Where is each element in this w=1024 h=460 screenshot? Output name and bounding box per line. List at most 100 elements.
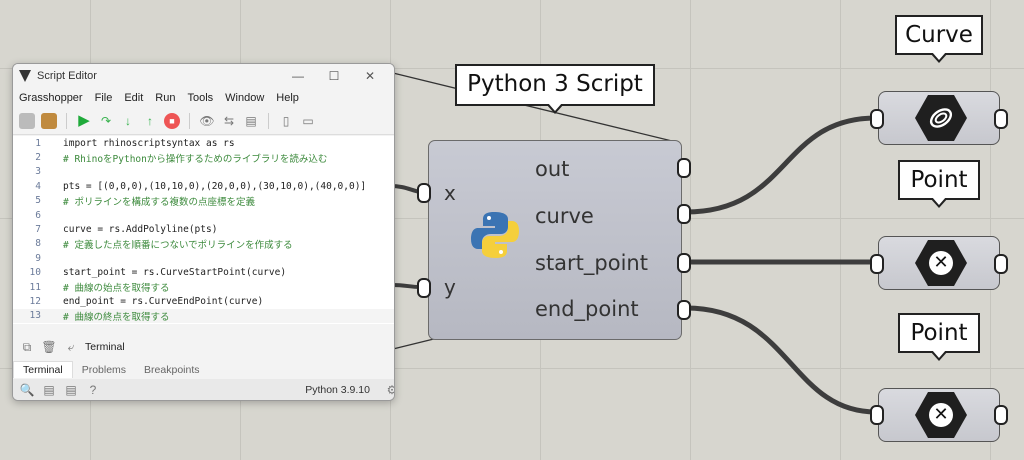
menu-help[interactable]: Help — [276, 92, 299, 104]
wire-curve[interactable] — [685, 115, 877, 215]
rhino-app-icon — [19, 70, 31, 82]
wrap-icon[interactable]: ⤶ — [63, 339, 79, 355]
curve-callout: Curve — [895, 15, 983, 63]
point-param-1-output-grip[interactable] — [994, 254, 1008, 274]
menu-run[interactable]: Run — [155, 92, 175, 104]
output-out[interactable]: out — [535, 157, 569, 181]
export-icon[interactable]: ▤ — [63, 382, 79, 398]
input-y-grip[interactable] — [417, 278, 431, 298]
code-line[interactable]: 5 # ポリラインを構成する複数の点座標を定義 — [13, 194, 394, 208]
tab-breakpoints[interactable]: Breakpoints — [135, 362, 208, 378]
watch-icon[interactable]: 👁 — [199, 113, 215, 129]
output-start-point-grip[interactable] — [677, 253, 691, 273]
line-number: 2 — [35, 152, 41, 164]
status-bar: 🔍 ▤ ▤ ? Python 3.9.10 ⚙ — [13, 379, 394, 400]
python-script-callout-label: Python 3 Script — [467, 71, 643, 97]
step-into-icon[interactable]: ↓ — [120, 113, 136, 129]
code-line[interactable]: 12 end_point = rs.CurveEndPoint(curve) — [13, 294, 394, 308]
minimize-button[interactable]: — — [280, 69, 316, 83]
close-button[interactable]: ✕ — [352, 69, 388, 83]
menu-edit[interactable]: Edit — [124, 92, 143, 104]
input-x[interactable]: x — [444, 181, 456, 205]
menu-grasshopper[interactable]: Grasshopper — [19, 92, 83, 104]
code-line[interactable]: 8 # 定義した点を順番につないでポリラインを作成する — [13, 237, 394, 251]
line-number: 1 — [35, 137, 41, 149]
curve-param-icon — [915, 95, 967, 141]
compare-icon[interactable]: ⇆ — [221, 113, 237, 129]
trash-icon[interactable]: 🗑 — [41, 339, 57, 355]
tab-problems[interactable]: Problems — [73, 362, 135, 378]
code-line[interactable]: 3 — [13, 165, 394, 179]
code-line[interactable]: 9 — [13, 251, 394, 265]
output-curve[interactable]: curve — [535, 204, 594, 228]
terminal-toolbar: ⧉ 🗑 ⤶ Terminal — [13, 336, 394, 358]
maximize-button[interactable]: ☐ — [316, 69, 352, 83]
curve-param-component[interactable] — [878, 91, 1000, 145]
line-text: # RhinoをPythonから操作するためのライブラリを読み込む — [63, 153, 328, 165]
line-number: 7 — [35, 224, 41, 236]
line-text: end_point = rs.CurveEndPoint(curve) — [63, 295, 264, 307]
output-curve-grip[interactable] — [677, 204, 691, 224]
code-line[interactable]: 6 — [13, 208, 394, 222]
input-x-grip[interactable] — [417, 183, 431, 203]
wire-end-point[interactable] — [685, 305, 877, 415]
step-out-icon[interactable]: ↑ — [142, 113, 158, 129]
line-number: 5 — [35, 195, 41, 207]
settings-icon[interactable]: ⚙ — [384, 382, 394, 398]
code-line[interactable]: 4 pts = [(0,0,0),(10,10,0),(20,0,0),(30,1… — [13, 179, 394, 193]
line-text: import rhinoscriptsyntax as rs — [63, 137, 235, 149]
curve-callout-label: Curve — [905, 22, 973, 48]
output-out-grip[interactable] — [677, 158, 691, 178]
code-area[interactable]: 1 import rhinoscriptsyntax as rs 2 # Rhinoを… — [13, 136, 394, 324]
save-icon[interactable] — [19, 113, 35, 129]
curve-param-output-grip[interactable] — [994, 109, 1008, 129]
code-line[interactable]: 10 start_point = rs.CurveStartPoint(curve… — [13, 266, 394, 280]
line-text: curve = rs.AddPolyline(pts) — [63, 224, 218, 236]
code-line[interactable]: 7 curve = rs.AddPolyline(pts) — [13, 222, 394, 236]
menu-file[interactable]: File — [95, 92, 113, 104]
input-y[interactable]: y — [444, 275, 456, 299]
curve-param-input-grip[interactable] — [870, 109, 884, 129]
document-icon[interactable]: ▤ — [243, 113, 259, 129]
file-icon[interactable]: ▤ — [41, 382, 57, 398]
panel-toggle-icon[interactable]: ▭ — [300, 113, 316, 129]
line-number: 11 — [29, 281, 41, 293]
point-callout-2-label: Point — [910, 320, 968, 346]
python3-script-component[interactable]: x y out curve start_point end_point — [428, 140, 682, 340]
sidebar-toggle-icon[interactable]: ▯ — [278, 113, 294, 129]
output-end-point[interactable]: end_point — [535, 297, 639, 321]
python-version[interactable]: Python 3.9.10 — [305, 384, 370, 396]
point-callout-2: Point — [898, 313, 980, 361]
tab-terminal[interactable]: Terminal — [13, 361, 73, 378]
line-number: 4 — [35, 180, 41, 192]
output-end-point-grip[interactable] — [677, 300, 691, 320]
script-editor-window[interactable]: Script Editor — ☐ ✕ Grasshopper File Edi… — [12, 63, 395, 401]
menu-tools[interactable]: Tools — [187, 92, 213, 104]
point-param-component-2[interactable]: ✕ — [878, 388, 1000, 442]
stop-icon[interactable]: ■ — [164, 113, 180, 129]
line-number: 13 — [29, 310, 41, 322]
point-param-2-output-grip[interactable] — [994, 405, 1008, 425]
help-icon[interactable]: ? — [85, 382, 101, 398]
line-number: 6 — [35, 209, 41, 221]
point-callout-1-label: Point — [910, 167, 968, 193]
point-param-component-1[interactable]: ✕ — [878, 236, 1000, 290]
line-number: 8 — [35, 238, 41, 250]
code-line[interactable]: 13 # 曲線の終点を取得する — [13, 308, 394, 324]
menu-window[interactable]: Window — [225, 92, 264, 104]
code-line[interactable]: 1 import rhinoscriptsyntax as rs — [13, 136, 394, 150]
output-start-point[interactable]: start_point — [535, 251, 648, 275]
point-param-2-input-grip[interactable] — [870, 405, 884, 425]
wire-y-input[interactable] — [392, 283, 421, 289]
point-param-1-input-grip[interactable] — [870, 254, 884, 274]
package-icon[interactable] — [41, 113, 57, 129]
line-number: 3 — [35, 166, 41, 178]
editor-titlebar[interactable]: Script Editor — ☐ ✕ — [13, 64, 394, 88]
code-line[interactable]: 11 # 曲線の始点を取得する — [13, 280, 394, 295]
run-icon[interactable]: ▶ — [76, 113, 92, 129]
code-line[interactable]: 2 # RhinoをPythonから操作するためのライブラリを読み込む — [13, 150, 394, 165]
step-over-icon[interactable]: ↷ — [98, 113, 114, 129]
search-icon[interactable]: 🔍 — [19, 382, 35, 398]
window-title: Script Editor — [37, 70, 97, 82]
copy-icon[interactable]: ⧉ — [19, 339, 35, 355]
